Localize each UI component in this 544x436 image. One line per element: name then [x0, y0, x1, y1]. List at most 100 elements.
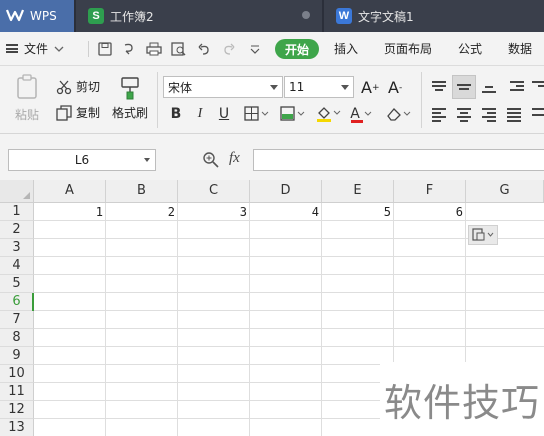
align-middle-icon	[455, 78, 473, 96]
table-cell[interactable]: 6	[394, 203, 466, 221]
table-cell[interactable]: 1	[34, 203, 106, 221]
column-header[interactable]: E	[322, 180, 394, 202]
justify-icon[interactable]	[505, 106, 523, 124]
shrink-font-button[interactable]: A-	[388, 78, 402, 97]
font-size-value: 11	[289, 80, 305, 94]
table-cell[interactable]: 2	[106, 203, 178, 221]
fill-pattern-button[interactable]	[278, 104, 308, 124]
row-header[interactable]: 2	[0, 221, 34, 239]
customize-dropdown-icon[interactable]	[246, 40, 264, 58]
zoom-search-icon[interactable]	[202, 151, 220, 172]
row-header[interactable]: 9	[0, 347, 34, 365]
name-box[interactable]: L6	[8, 149, 156, 171]
tab-start[interactable]: 开始	[275, 39, 319, 59]
align-top-icon[interactable]	[430, 78, 448, 96]
gridline	[34, 256, 544, 257]
italic-button[interactable]: I	[190, 104, 210, 124]
divider	[88, 41, 89, 57]
select-all-corner[interactable]	[0, 180, 34, 202]
grow-font-button[interactable]: A +	[361, 78, 380, 97]
row-header[interactable]: 8	[0, 329, 34, 347]
table-cell[interactable]: 5	[322, 203, 394, 221]
unsaved-dot-icon[interactable]	[302, 11, 310, 19]
align-left-icon[interactable]	[430, 106, 448, 124]
print-icon[interactable]	[145, 40, 163, 58]
paste-label: 粘贴	[14, 108, 39, 122]
output-icon[interactable]	[120, 40, 138, 58]
cut-label: 剪切	[76, 80, 101, 94]
row-header[interactable]: 10	[0, 365, 34, 383]
redo-icon[interactable]	[220, 40, 238, 58]
row-header[interactable]: 6	[0, 293, 34, 311]
cut-button[interactable]: 剪切	[56, 78, 100, 95]
gridline	[34, 310, 544, 311]
tab-data[interactable]: 数据	[508, 32, 532, 65]
clear-button[interactable]	[384, 104, 414, 124]
row-header[interactable]: 11	[0, 383, 34, 401]
bold-button[interactable]: B	[166, 104, 186, 124]
tab-label: 文字文稿1	[358, 9, 414, 24]
borders-button[interactable]	[242, 104, 272, 124]
paste-button[interactable]: 粘贴	[10, 74, 44, 123]
title-tab-bar: WPS S 工作簿2 W 文字文稿1	[0, 0, 544, 32]
align-middle-button[interactable]	[452, 75, 476, 99]
formula-input[interactable]	[253, 149, 544, 171]
underline-button[interactable]: U	[214, 104, 234, 124]
font-name-dropdown[interactable]: 宋体	[163, 76, 283, 98]
column-header-bar: ABCDEFG	[0, 180, 544, 203]
gridline	[34, 292, 544, 293]
column-header[interactable]: F	[394, 180, 466, 202]
cell-reference: L6	[74, 153, 90, 167]
table-cell[interactable]: 3	[178, 203, 250, 221]
font-color-button[interactable]: A	[348, 104, 374, 124]
copy-icon	[56, 104, 72, 121]
align-bottom-icon[interactable]	[480, 78, 498, 96]
row-header[interactable]: 7	[0, 311, 34, 329]
font-size-dropdown[interactable]: 11	[284, 76, 354, 98]
align-center-icon[interactable]	[455, 106, 473, 124]
tab-insert[interactable]: 插入	[334, 32, 358, 65]
tab-formulas[interactable]: 公式	[458, 32, 482, 65]
increase-indent-icon[interactable]	[530, 78, 544, 96]
row-header[interactable]: 3	[0, 239, 34, 257]
formula-bar: L6 fx	[0, 134, 544, 180]
format-painter-button[interactable]: 格式刷	[108, 76, 152, 121]
tab-document[interactable]: W 文字文稿1	[324, 0, 544, 32]
eraser-icon	[387, 108, 411, 121]
distributed-icon[interactable]	[530, 106, 544, 124]
tab-workbook[interactable]: S 工作簿2	[76, 0, 322, 32]
tab-wps-home[interactable]: WPS	[0, 0, 74, 32]
print-preview-icon[interactable]	[170, 40, 188, 58]
active-row-marker	[32, 293, 34, 311]
cell-style-icon	[280, 106, 305, 121]
decrease-indent-icon[interactable]	[508, 78, 526, 96]
column-header[interactable]: B	[106, 180, 178, 202]
paste-options-button[interactable]	[468, 225, 498, 245]
wps-logo-icon	[5, 8, 25, 25]
column-header[interactable]: C	[178, 180, 250, 202]
column-header[interactable]: D	[250, 180, 322, 202]
save-icon[interactable]	[96, 40, 114, 58]
undo-icon[interactable]	[195, 40, 213, 58]
row-header[interactable]: 5	[0, 275, 34, 293]
chevron-down-icon	[54, 46, 64, 52]
row-header[interactable]: 13	[0, 419, 34, 436]
fill-color-button[interactable]	[314, 104, 344, 124]
file-menu[interactable]: 文件	[6, 32, 64, 65]
gridline	[34, 346, 544, 347]
paintbrush-icon	[121, 77, 139, 100]
row-header[interactable]: 4	[0, 257, 34, 275]
row-header[interactable]: 12	[0, 401, 34, 419]
clipboard-icon	[17, 74, 37, 99]
copy-button[interactable]: 复制	[56, 104, 100, 121]
column-header[interactable]: G	[466, 180, 544, 202]
writer-icon: W	[336, 8, 352, 24]
gridline	[34, 328, 544, 329]
tab-page-layout[interactable]: 页面布局	[384, 32, 432, 65]
tab-label: 工作簿2	[110, 9, 154, 24]
align-right-icon[interactable]	[480, 106, 498, 124]
column-header[interactable]: A	[34, 180, 106, 202]
row-header[interactable]: 1	[0, 203, 34, 221]
table-cell[interactable]: 4	[250, 203, 322, 221]
insert-function-button[interactable]: fx	[229, 150, 240, 167]
